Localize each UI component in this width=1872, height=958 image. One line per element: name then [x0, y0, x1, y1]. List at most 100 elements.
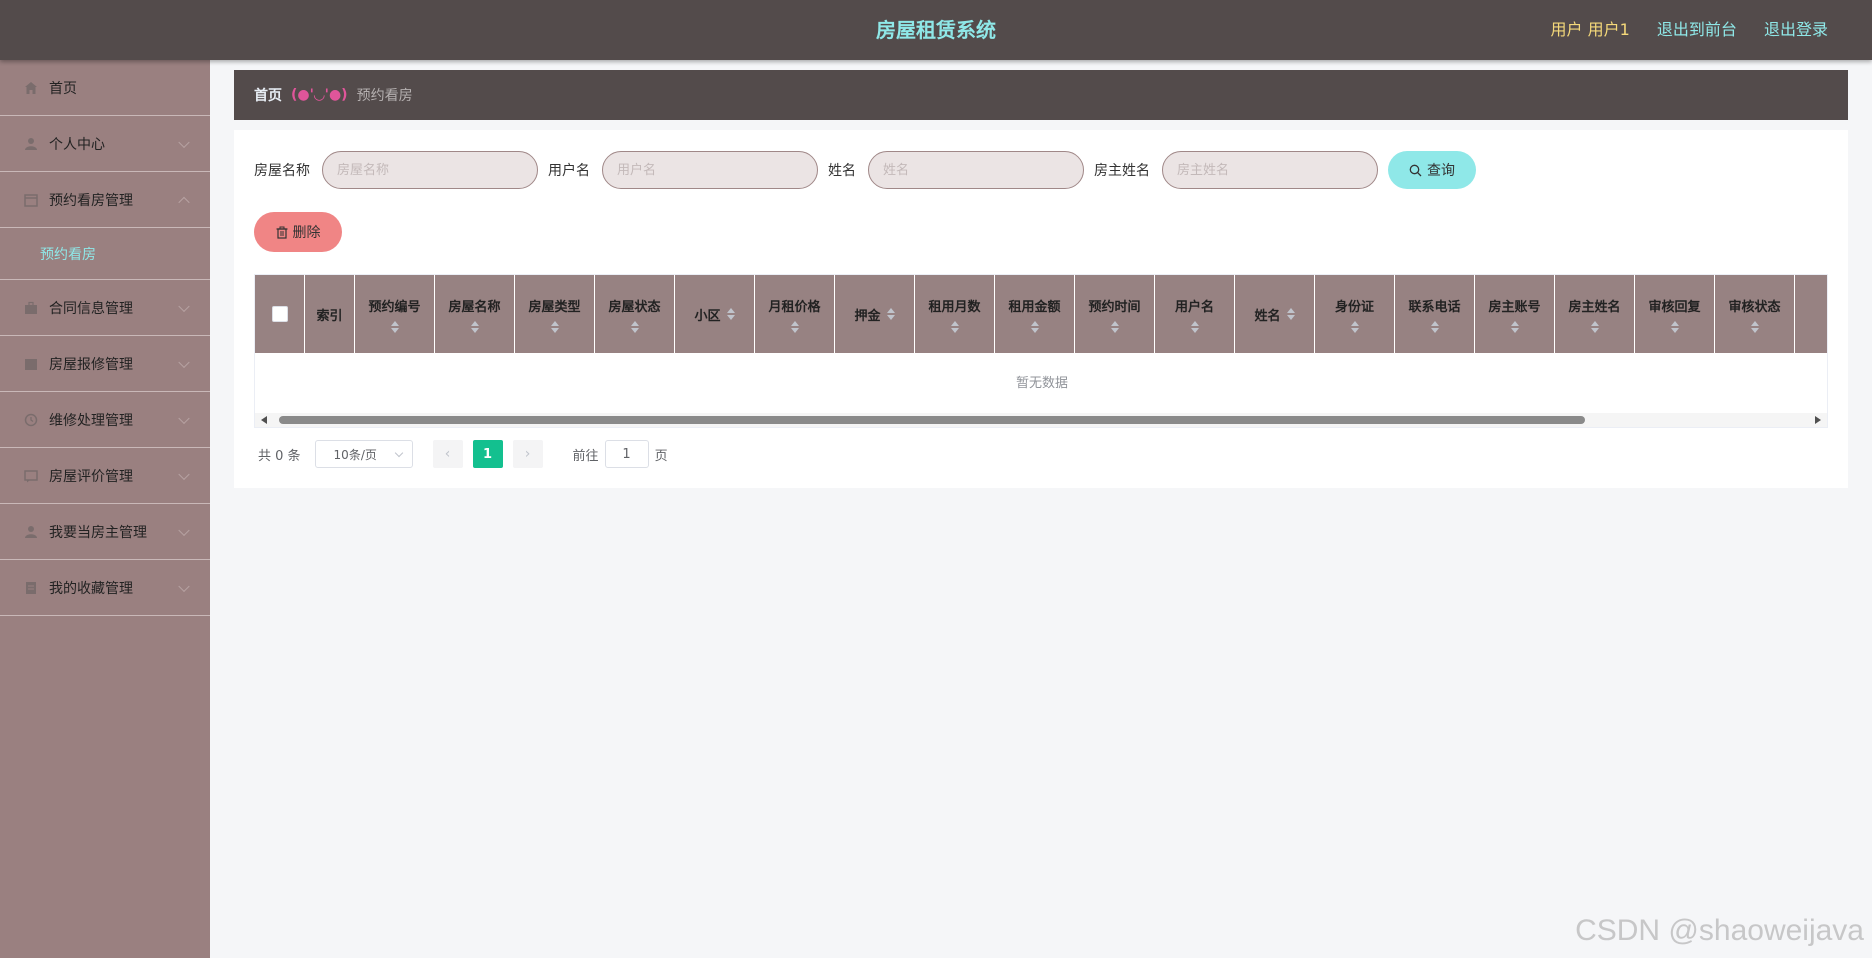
query-button[interactable]: 查询 — [1388, 151, 1476, 189]
goto-page: 前往 页 — [573, 440, 668, 468]
logout-link[interactable]: 退出登录 — [1764, 20, 1828, 39]
house-name-input[interactable] — [322, 151, 538, 189]
name-label: 姓名 — [828, 163, 856, 179]
username-input[interactable] — [602, 151, 818, 189]
chevron-left-icon: ‹ — [444, 446, 451, 462]
sort-icon[interactable] — [1670, 320, 1679, 333]
sidebar-item-label: 房屋报修管理 — [49, 356, 133, 373]
calendar-icon — [24, 193, 38, 207]
search-form: 房屋名称 用户名 姓名 房主姓名 查询 — [254, 150, 1476, 190]
prev-page-button[interactable]: ‹ — [432, 440, 463, 468]
table-header: 索引 预约编号 房屋名称 房屋类型 房屋状态 小区 月租价格 押金 租用月数 租… — [255, 275, 1827, 353]
column-header-label: 姓名 — [1254, 308, 1281, 324]
sort-icon[interactable] — [1350, 320, 1359, 333]
column-header[interactable]: 姓名 — [1235, 275, 1315, 353]
sort-icon[interactable] — [790, 320, 799, 333]
column-header[interactable]: 押金 — [835, 275, 915, 353]
chevron-down-icon — [178, 300, 190, 312]
column-header[interactable]: 联系电话 — [1395, 275, 1475, 353]
select-all-checkbox[interactable] — [271, 306, 288, 322]
column-header[interactable]: 房屋类型 — [515, 275, 595, 353]
column-header[interactable]: 房主姓名 — [1555, 275, 1635, 353]
sort-icon[interactable] — [1750, 320, 1759, 333]
goto-page-input[interactable] — [604, 440, 649, 468]
pagination: 共 0 条 10条/页 ‹ 1 › 前往 页 — [258, 440, 668, 468]
sidebar-item-repair-request-management[interactable]: 房屋报修管理 — [0, 336, 210, 392]
sort-icon[interactable] — [726, 308, 735, 320]
column-header[interactable]: 租用月数 — [915, 275, 995, 353]
column-header[interactable]: 房屋名称 — [435, 275, 515, 353]
scroll-right-arrow-icon[interactable] — [1815, 416, 1821, 424]
horizontal-scrollbar[interactable] — [255, 413, 1827, 427]
sort-icon[interactable] — [550, 320, 559, 333]
sidebar-item-become-owner-management[interactable]: 我要当房主管理 — [0, 504, 210, 560]
owner-name-input[interactable] — [1162, 151, 1378, 189]
column-header[interactable]: 身份证 — [1315, 275, 1395, 353]
sidebar-item-contract-management[interactable]: 合同信息管理 — [0, 280, 210, 336]
sort-icon[interactable] — [1110, 320, 1119, 333]
delete-button[interactable]: 删除 — [254, 212, 342, 252]
sort-icon[interactable] — [886, 308, 895, 320]
column-header[interactable]: 预约时间 — [1075, 275, 1155, 353]
sort-icon[interactable] — [1590, 320, 1599, 333]
column-header[interactable]: 月租价格 — [755, 275, 835, 353]
exit-to-front-link[interactable]: 退出到前台 — [1657, 20, 1737, 39]
sort-icon[interactable] — [1190, 320, 1199, 333]
page-size-select[interactable]: 10条/页 — [314, 440, 413, 468]
sidebar-item-review-management[interactable]: 房屋评价管理 — [0, 448, 210, 504]
trash-icon — [276, 226, 287, 239]
column-header[interactable]: 租用金额 — [995, 275, 1075, 353]
scroll-left-arrow-icon[interactable] — [261, 416, 267, 424]
name-input[interactable] — [868, 151, 1084, 189]
house-name-label: 房屋名称 — [254, 163, 310, 179]
chevron-down-icon — [178, 412, 190, 424]
sidebar-item-label: 预约看房管理 — [49, 192, 133, 209]
column-header-label: 预约时间 — [1088, 299, 1141, 315]
user-icon — [25, 137, 37, 150]
chevron-right-icon: › — [524, 446, 531, 462]
sidebar-item-label: 我要当房主管理 — [49, 524, 147, 541]
top-bar: 房屋租赁系统 用户 用户1 退出到前台 退出登录 — [0, 0, 1872, 60]
sidebar-item-label: 房屋评价管理 — [49, 468, 133, 485]
briefcase-icon — [25, 301, 37, 314]
column-header[interactable]: 用户名 — [1155, 275, 1235, 353]
sidebar-item-home[interactable]: 首页 — [0, 60, 210, 116]
column-header[interactable]: 审核回复 — [1635, 275, 1715, 353]
sidebar-subitem-viewing[interactable]: 预约看房 — [0, 228, 210, 280]
column-header[interactable]: 审核状态 — [1715, 275, 1795, 353]
search-icon — [1409, 164, 1422, 176]
page-number-button[interactable]: 1 — [472, 440, 503, 468]
pagination-total: 共 0 条 — [258, 448, 301, 464]
next-page-button[interactable]: › — [512, 440, 543, 468]
sidebar-item-favorites-management[interactable]: 我的收藏管理 — [0, 560, 210, 616]
breadcrumb: 首页 (●'◡'●) 预约看房 — [234, 70, 1848, 120]
column-header-label: 房屋状态 — [608, 299, 661, 315]
column-header[interactable]: 房主账号 — [1475, 275, 1555, 353]
query-button-label: 查询 — [1427, 163, 1455, 179]
owner-name-label: 房主姓名 — [1094, 163, 1150, 179]
sort-icon[interactable] — [1510, 320, 1519, 333]
sort-icon[interactable] — [950, 320, 959, 333]
column-header[interactable]: 预约编号 — [355, 275, 435, 353]
sidebar-item-repair-handling-management[interactable]: 维修处理管理 — [0, 392, 210, 448]
breadcrumb-home[interactable]: 首页 — [254, 85, 282, 105]
column-header-label: 联系电话 — [1408, 299, 1461, 315]
scrollbar-thumb[interactable] — [279, 416, 1585, 424]
sort-icon[interactable] — [390, 320, 399, 333]
sort-icon[interactable] — [470, 320, 479, 333]
sort-icon[interactable] — [1430, 320, 1439, 333]
calendar-icon — [25, 358, 37, 370]
chevron-down-icon — [178, 136, 190, 148]
column-header-label: 月租价格 — [768, 299, 821, 315]
sidebar-item-personal-center[interactable]: 个人中心 — [0, 116, 210, 172]
sort-icon[interactable] — [1286, 308, 1295, 320]
user-icon — [25, 525, 37, 538]
sort-icon[interactable] — [1030, 320, 1039, 333]
column-header[interactable]: 小区 — [675, 275, 755, 353]
column-header[interactable]: 房屋状态 — [595, 275, 675, 353]
sidebar-item-viewing-management[interactable]: 预约看房管理 — [0, 172, 210, 228]
column-header-label: 索引 — [316, 308, 343, 324]
sort-icon[interactable] — [630, 320, 639, 333]
home-icon — [25, 81, 37, 94]
column-header-label: 房屋名称 — [448, 299, 501, 315]
